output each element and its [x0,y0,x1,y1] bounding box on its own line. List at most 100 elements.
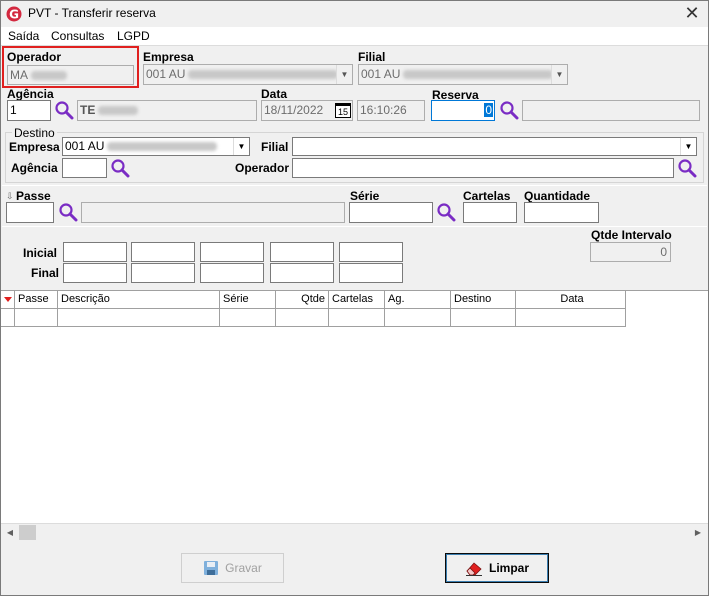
search-icon[interactable] [58,202,78,222]
inicial-label: Inicial [23,246,58,260]
menu-bar: Saída Consultas LGPD [1,27,708,46]
agencia-code-value: 1 [10,103,17,117]
inicial-input-1[interactable] [63,242,127,262]
limpar-button[interactable]: Limpar [445,553,549,583]
final-input-5[interactable] [339,263,403,283]
data-label: Data [261,87,288,101]
data-value: 18/11/2022 [264,103,324,117]
scroll-thumb[interactable] [19,525,36,540]
filial-value: 001 AU [361,67,401,81]
data-field: 18/11/2022 15 [261,100,353,121]
chevron-down-icon[interactable]: ▼ [233,138,249,155]
cartelas-label: Cartelas [463,189,511,203]
search-icon[interactable] [54,100,74,120]
hora-field: 16:10:26 [357,100,425,121]
destino-filial-label: Filial [261,140,289,154]
search-icon[interactable] [436,202,456,222]
horizontal-scrollbar[interactable]: ◀ ▶ [1,523,708,540]
calendar-icon[interactable]: 15 [335,103,351,118]
chevron-down-icon[interactable]: ▼ [680,138,696,155]
cartelas-input[interactable] [463,202,517,223]
final-input-4[interactable] [270,263,334,283]
column-header-ag[interactable]: Ag. [385,291,451,309]
search-icon[interactable] [110,158,130,178]
destino-empresa-select[interactable]: 001 AU ▼ [62,137,250,156]
app-logo-icon: G [6,6,22,22]
svg-text:G: G [9,8,19,22]
agencia-code-input[interactable]: 1 [7,100,51,121]
filial-select: 001 AU ▼ [358,64,568,85]
inicial-input-3[interactable] [200,242,264,262]
inicial-input-4[interactable] [270,242,334,262]
gravar-button[interactable]: Gravar [181,553,284,583]
empresa-value: 001 AU [146,67,186,81]
qtde-intervalo-value: 0 [660,245,667,259]
quantidade-label: Quantidade [524,189,591,203]
destino-agencia-input[interactable] [62,158,107,178]
table-cell[interactable] [58,309,220,327]
quantidade-input[interactable] [524,202,599,223]
menu-consultas[interactable]: Consultas [51,29,104,43]
qtde-intervalo-field: 0 [590,242,671,262]
main-window: G PVT - Transferir reserva ✕ Saída Consu… [0,0,709,596]
destino-operador-input[interactable] [292,158,674,178]
passe-desc-field [81,202,345,223]
sort-down-icon [4,297,12,302]
inicial-input-5[interactable] [339,242,403,262]
table-cell[interactable] [220,309,276,327]
passe-input[interactable] [6,202,54,223]
table-cell[interactable] [329,309,385,327]
search-icon[interactable] [499,100,519,120]
scroll-right-icon[interactable]: ▶ [691,526,705,539]
destino-empresa-label: Empresa [9,140,60,154]
divider [2,185,707,186]
final-input-3[interactable] [200,263,264,283]
table-cell[interactable] [451,309,516,327]
table-cell[interactable] [15,309,58,327]
column-header-descricao[interactable]: Descrição [58,291,220,309]
empresa-select: 001 AU ▼ [143,64,353,85]
column-header-data[interactable]: Data [516,291,626,309]
operador-value: MA [10,68,28,82]
table-cell[interactable] [385,309,451,327]
final-input-2[interactable] [131,263,195,283]
divider [2,226,707,227]
save-icon [204,561,219,575]
close-icon[interactable]: ✕ [681,3,703,25]
menu-lgpd[interactable]: LGPD [117,29,150,43]
operador-label: Operador [7,50,62,64]
eraser-icon [465,562,482,576]
table-row-indicator [1,309,15,327]
destino-agencia-label: Agência [11,161,58,175]
final-input-1[interactable] [63,263,127,283]
search-icon[interactable] [677,158,697,178]
table-cell[interactable] [516,309,626,327]
scroll-left-icon[interactable]: ◀ [3,526,17,539]
column-header-qtde[interactable]: Qtde [276,291,329,309]
destino-filial-select[interactable]: ▼ [292,137,697,156]
serie-input[interactable] [349,202,433,223]
reserva-desc-field [522,100,700,121]
table-cell[interactable] [276,309,329,327]
reserva-input[interactable]: 0 [431,100,495,121]
serie-label: Série [350,189,380,203]
menu-saida[interactable]: Saída [8,29,39,43]
chevron-down-icon: ▼ [551,65,567,84]
inicial-input-2[interactable] [131,242,195,262]
column-header-passe[interactable]: Passe [15,291,58,309]
destino-empresa-value: 001 AU [65,139,105,153]
chevron-down-icon: ▼ [336,65,352,84]
filial-label: Filial [358,50,386,64]
calendar-day: 15 [337,107,348,117]
column-header-cartelas[interactable]: Cartelas [329,291,385,309]
column-header-serie[interactable]: Série [220,291,276,309]
agencia-name-field: TE [77,100,257,121]
agencia-name-value: TE [80,103,96,117]
final-label: Final [31,266,60,280]
transfer-grid[interactable]: Passe Descrição Série Qtde Cartelas Ag. … [1,290,708,523]
title-bar: G PVT - Transferir reserva ✕ [1,1,708,27]
empresa-label: Empresa [143,50,194,64]
limpar-label: Limpar [488,561,529,575]
column-header-destino[interactable]: Destino [451,291,516,309]
grid-indicator-header [1,291,15,309]
